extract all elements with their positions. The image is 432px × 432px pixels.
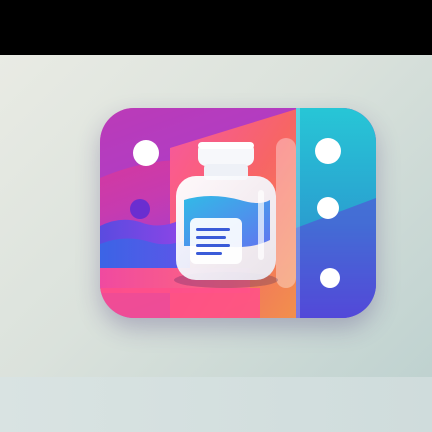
pill-icon xyxy=(130,199,150,219)
pill-icon xyxy=(317,197,339,219)
pill-icon xyxy=(133,140,159,166)
pill-icon xyxy=(320,268,340,288)
pill-icon xyxy=(315,138,341,164)
background-band xyxy=(0,377,432,432)
medicine-illustration xyxy=(100,108,376,318)
pill-box-tile xyxy=(100,108,376,318)
